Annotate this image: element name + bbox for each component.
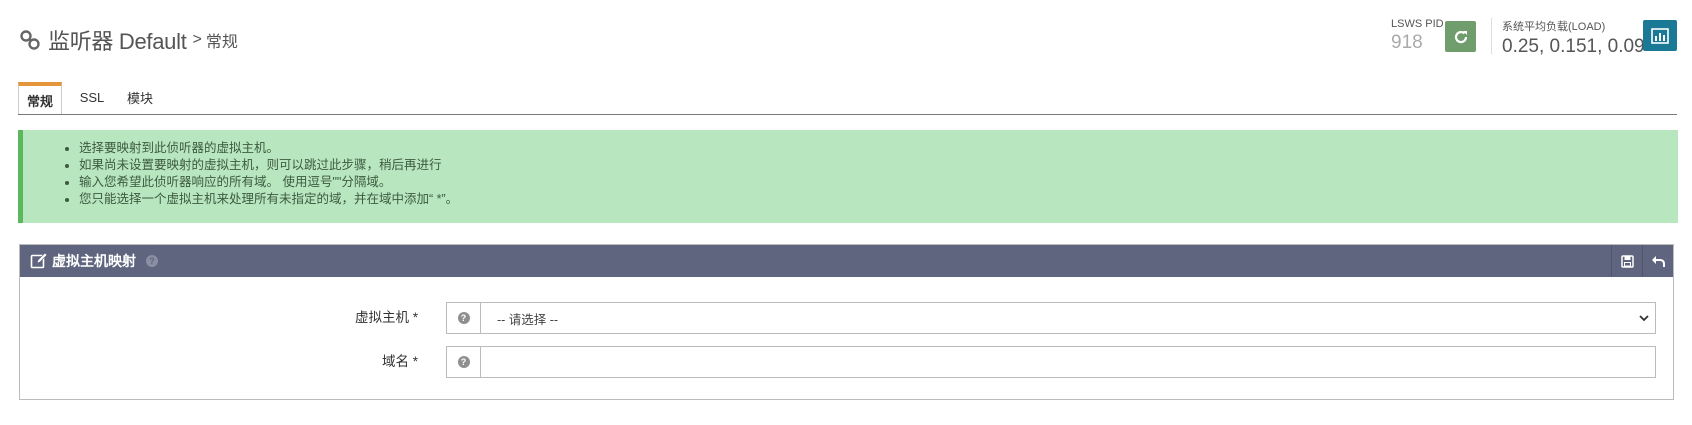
tab-ssl[interactable]: SSL [70, 82, 114, 113]
info-item: 如果尚未设置要映射的虚拟主机，则可以跳过此步骤，稍后再进行 [79, 157, 1678, 174]
undo-icon [1652, 255, 1665, 267]
info-item: 您只能选择一个虚拟主机来处理所有未指定的域，并在域中添加“ *”。 [79, 191, 1678, 208]
save-icon [1620, 254, 1634, 268]
restart-button[interactable] [1445, 21, 1476, 52]
domain-help[interactable]: ? [446, 346, 481, 378]
page-title: 监听器 Default [48, 29, 187, 54]
pid-value: 918 [1391, 32, 1423, 53]
load-label: 系统平均负载(LOAD) [1502, 21, 1606, 33]
pid-label: LSWS PID [1391, 18, 1444, 30]
vhost-label: 虚拟主机 * [354, 310, 418, 325]
edit-icon [30, 252, 48, 269]
breadcrumb-current: 常规 [205, 34, 238, 51]
info-list: 选择要映射到此侦听器的虚拟主机。 如果尚未设置要映射的虚拟主机，则可以跳过此步骤… [23, 140, 1678, 208]
bar-chart-icon [1651, 27, 1669, 44]
help-icon: ? [457, 312, 470, 324]
refresh-icon [1454, 30, 1467, 43]
vhost-select-value: -- 请选择 -- [497, 312, 559, 327]
info-box: 选择要映射到此侦听器的虚拟主机。 如果尚未设置要映射的虚拟主机，则可以跳过此步骤… [18, 130, 1678, 223]
vhost-mapping-panel: 虚拟主机映射 ? 虚拟主机 * ? -- 请选择 -- 域名 * ? [19, 244, 1674, 400]
domain-input[interactable] [480, 346, 1656, 378]
help-icon[interactable]: ? [146, 255, 158, 267]
save-button[interactable] [1611, 245, 1642, 277]
load-value: 0.25, 0.151, 0.09 [1502, 36, 1645, 57]
tab-modules[interactable]: 模块 [118, 82, 162, 113]
vhost-select[interactable]: -- 请选择 -- [480, 302, 1656, 334]
panel-title: 虚拟主机映射 [52, 253, 136, 269]
back-button[interactable] [1642, 245, 1673, 277]
info-item: 选择要映射到此侦听器的虚拟主机。 [79, 140, 1678, 157]
realtime-stats-button[interactable] [1643, 20, 1677, 51]
info-item: 输入您希望此侦听器响应的所有域。 使用逗号""分隔域。 [79, 174, 1678, 191]
header-divider [1491, 18, 1492, 54]
chevron-down-icon [1639, 315, 1649, 322]
vhost-help[interactable]: ? [446, 302, 481, 334]
tab-bar: 常规 SSL 模块 [18, 82, 1677, 115]
pid-status: LSWS PID 918 [1391, 18, 1444, 54]
form-row-domain: 域名 * ? [20, 346, 1673, 378]
panel-header: 虚拟主机映射 ? [20, 245, 1673, 277]
tab-general[interactable]: 常规 [18, 82, 62, 114]
panel-actions [1611, 245, 1673, 277]
link-icon [20, 30, 40, 50]
load-status: 系统平均负载(LOAD) 0.25, 0.151, 0.09 [1502, 18, 1645, 58]
breadcrumb-separator: > [192, 31, 202, 48]
form-row-vhost: 虚拟主机 * ? -- 请选择 -- [20, 302, 1673, 334]
help-icon: ? [457, 356, 470, 368]
domain-label: 域名 * [381, 354, 418, 369]
page-header: 监听器 Default > 常规 [18, 24, 238, 56]
